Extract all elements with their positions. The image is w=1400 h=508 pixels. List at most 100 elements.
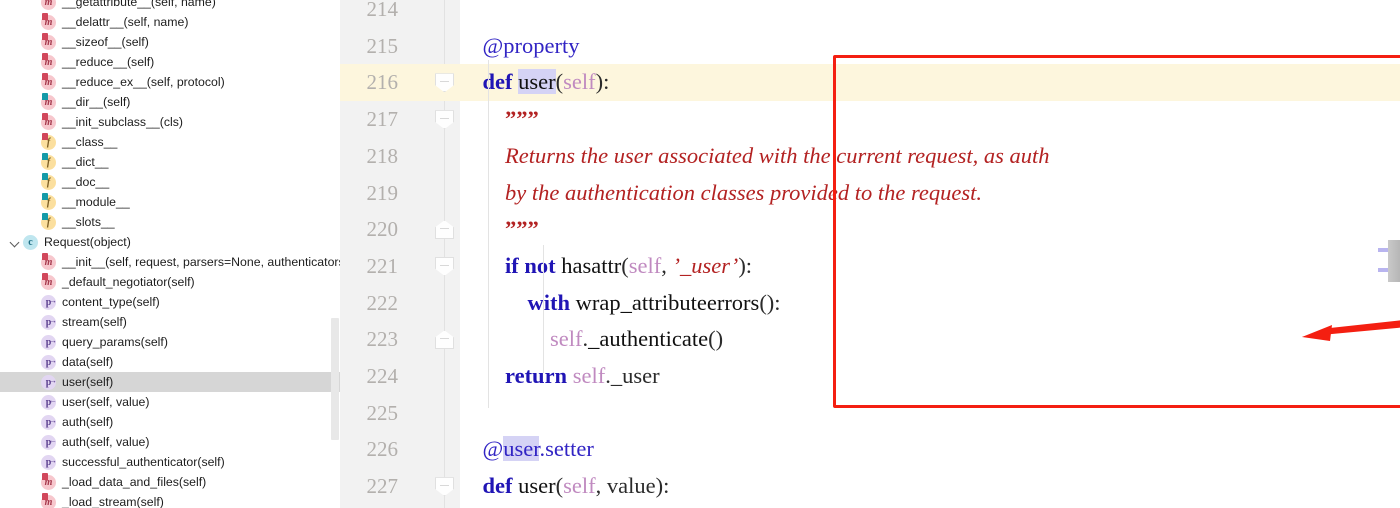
method-icon: m [40,473,58,491]
line-number[interactable]: 215 [340,28,399,65]
code-line[interactable]: def user(self, value): [460,468,1400,505]
visibility-badge-icon [42,13,48,20]
structure-item[interactable]: m __getattribute__(self, name) [0,0,340,12]
code-content[interactable]: @property def user(self): ””” Returns th… [460,0,1400,508]
structure-scrollbar-thumb[interactable] [331,318,339,440]
structure-item[interactable]: p → content_type(self) [0,292,340,312]
chevron-down-icon[interactable] [8,232,22,252]
structure-item[interactable]: f __module__ [0,192,340,212]
structure-item[interactable]: m _default_negotiator(self) [0,272,340,292]
line-number[interactable]: 214 [340,0,399,28]
structure-tree[interactable]: m __getattribute__(self, name) m __delattr_… [0,0,340,508]
code-line[interactable] [460,0,1400,28]
structure-item[interactable]: m __dir__(self) [0,92,340,112]
arrow-right-icon: → [48,355,57,365]
structure-item[interactable]: m __init_subclass__(cls) [0,112,340,132]
structure-item[interactable]: f __class__ [0,132,340,152]
code-line[interactable]: by the authentication classes provided t… [460,175,1400,212]
gutter-row: 222 [340,285,460,322]
code-token: self [550,326,583,352]
code-token: (): [759,289,781,315]
line-number[interactable]: 227 [340,468,399,505]
code-line[interactable]: @user.setter [460,431,1400,468]
structure-item-label: __dict__ [62,155,109,169]
code-line[interactable]: self._authenticate() [460,321,1400,358]
code-token: ( [555,69,564,95]
structure-item[interactable]: p → query_params(self) [0,332,340,352]
code-line[interactable]: if not hasattr(self, ’_user’): [460,248,1400,285]
fold-toggle-icon[interactable] [435,220,454,240]
structure-item[interactable]: m __delattr__(self, name) [0,12,340,32]
line-number[interactable]: 216 [340,64,399,101]
line-number[interactable]: 217 [340,101,399,138]
line-number[interactable]: 222 [340,285,399,322]
code-line-text: self._authenticate() [460,321,723,358]
structure-item[interactable]: p → stream(self) [0,312,340,332]
structure-item[interactable]: f __slots__ [0,212,340,232]
structure-item[interactable]: p → data(self) [0,352,340,372]
line-number[interactable]: 223 [340,321,399,358]
structure-item[interactable]: m _load_stream(self) [0,492,340,508]
code-line[interactable] [460,395,1400,432]
editor-scrollbar-thumb[interactable] [1388,240,1400,282]
structure-scrollbar-track[interactable] [330,0,340,508]
fold-toggle-icon[interactable] [435,256,454,276]
structure-item-label: __reduce__(self) [62,55,155,69]
method-icon: m [40,53,58,71]
code-line[interactable]: ””” [460,211,1400,248]
code-editor[interactable]: 214 215 216 217 218 219 220 221 222 223 224 225 226 2… [340,0,1400,508]
arrow-right-icon: → [48,415,57,425]
structure-item[interactable]: p → user(self) [0,372,340,392]
code-line[interactable]: @property [460,28,1400,65]
line-number[interactable]: 226 [340,431,399,468]
code-token: def [482,473,519,499]
structure-item[interactable]: f __dict__ [0,152,340,172]
field-icon: f [40,153,58,171]
arrow-right-icon: → [48,455,57,465]
structure-item[interactable]: m __init__(self, request, parsers=None, a… [0,252,340,272]
structure-item[interactable]: m __reduce_ex__(self, protocol) [0,72,340,92]
code-line[interactable]: def user(self): [460,64,1400,102]
line-number[interactable]: 220 [340,211,399,248]
code-token: , [661,252,673,278]
gutter-row: 220 [340,211,460,248]
line-number[interactable]: 224 [340,358,399,395]
code-line[interactable]: ””” [460,101,1400,138]
code-token: user [518,69,556,95]
structure-item[interactable]: p ← user(self, value) [0,392,340,412]
fold-toggle-icon[interactable] [435,477,454,497]
structure-panel[interactable]: m __getattribute__(self, name) m __delattr_… [0,0,340,508]
line-number[interactable]: 218 [340,138,399,175]
structure-item[interactable]: p → auth(self) [0,412,340,432]
structure-item[interactable]: m _load_data_and_files(self) [0,472,340,492]
editor-gutter[interactable]: 214 215 216 217 218 219 220 221 222 223 224 225 226 2… [340,0,460,508]
visibility-badge-icon [42,213,48,220]
fold-toggle-icon[interactable] [435,110,454,130]
code-line-text: Returns the user associated with the cur… [460,138,1050,175]
gutter-row: 224 [340,358,460,395]
structure-item[interactable]: m __reduce__(self) [0,52,340,72]
structure-item[interactable]: m __sizeof__(self) [0,32,340,52]
code-line[interactable]: with wrap_attributeerrors(): [460,285,1400,322]
structure-item[interactable]: c Request(object) [0,232,340,252]
structure-item[interactable]: p → successful_authenticator(self) [0,452,340,472]
structure-item[interactable]: p ← auth(self, value) [0,432,340,452]
line-number[interactable]: 221 [340,248,399,285]
fold-toggle-icon[interactable] [435,330,454,350]
gutter-row: 217 [340,101,460,138]
code-line[interactable]: Returns the user associated with the cur… [460,138,1400,175]
fold-toggle-icon[interactable] [435,73,454,93]
structure-item[interactable]: f __doc__ [0,172,340,192]
code-line[interactable]: return self._user [460,358,1400,395]
line-number[interactable]: 219 [340,175,399,212]
line-number[interactable]: 225 [340,395,399,432]
structure-item-label: query_params(self) [62,335,168,349]
arrow-right-icon: → [48,295,57,305]
visibility-badge-icon [42,133,48,140]
structure-item-label: __doc__ [62,175,110,189]
code-token: self [563,69,596,95]
